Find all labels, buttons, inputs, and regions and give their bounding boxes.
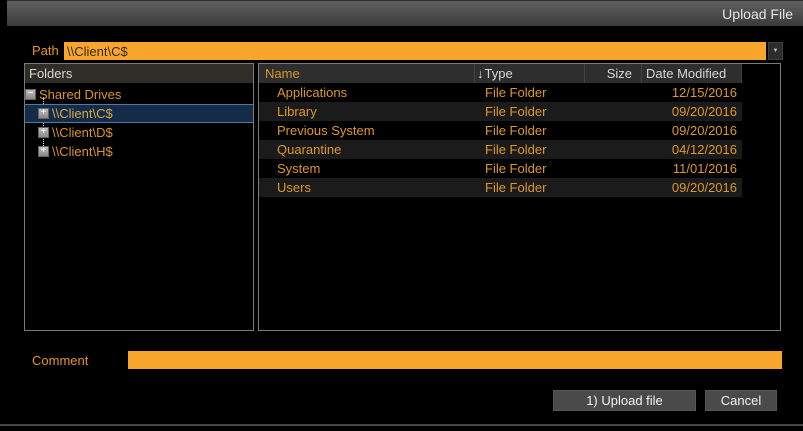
file-size [585, 159, 642, 178]
file-size [585, 102, 642, 121]
file-size [585, 121, 642, 140]
file-type: File Folder [475, 178, 585, 197]
tree-item-label: \\Client\D$ [52, 125, 113, 140]
upload-file-dialog: Upload File Path ▼ Folders − Shared Driv… [0, 0, 803, 431]
tree-item-label: \\Client\C$ [52, 106, 113, 121]
file-type: File Folder [475, 102, 585, 121]
upload-file-button[interactable]: 1) Upload file [553, 390, 696, 411]
file-date-modified: 09/20/2016 [642, 178, 742, 197]
file-type: File Folder [475, 121, 585, 140]
window-title: Upload File [722, 6, 793, 22]
file-row-library[interactable]: Library File Folder 09/20/2016 [259, 102, 742, 121]
file-row-users[interactable]: Users File Folder 09/20/2016 [259, 178, 742, 197]
sort-descending-icon: ↓ [477, 66, 484, 81]
file-name: Library [259, 102, 475, 121]
file-date-modified: 12/15/2016 [642, 83, 742, 102]
file-type: File Folder [475, 83, 585, 102]
expand-plus-icon[interactable]: + [38, 108, 49, 119]
tree-item-shared-drives[interactable]: − Shared Drives [25, 85, 253, 104]
file-name: Previous System [259, 121, 475, 140]
column-header-size[interactable]: Size [585, 64, 642, 83]
folder-tree: − Shared Drives + \\Client\C$ + \\Client… [25, 83, 253, 161]
tree-item-client-d[interactable]: + \\Client\D$ [25, 123, 253, 142]
expand-plus-icon[interactable]: + [38, 146, 49, 157]
comment-input[interactable] [128, 351, 782, 369]
file-row-applications[interactable]: Applications File Folder 12/15/2016 [259, 83, 742, 102]
column-header-type[interactable]: ↓Type [475, 64, 585, 83]
title-bar: Upload File [7, 0, 803, 26]
file-type: File Folder [475, 140, 585, 159]
file-size [585, 178, 642, 197]
tree-item-label: Shared Drives [39, 87, 121, 102]
file-list-panel: Name ↓Type Size Date Modified Applicatio… [258, 63, 781, 331]
folders-panel-header: Folders [25, 64, 253, 83]
path-dropdown-button[interactable]: ▼ [768, 42, 783, 60]
file-name: Users [259, 178, 475, 197]
column-header-type-label: Type [485, 66, 513, 81]
file-date-modified: 11/01/2016 [642, 159, 742, 178]
file-name: System [259, 159, 475, 178]
cancel-button[interactable]: Cancel [705, 390, 777, 411]
path-label: Path [32, 43, 59, 58]
file-row-quarantine[interactable]: Quarantine File Folder 04/12/2016 [259, 140, 742, 159]
file-list-body: Applications File Folder 12/15/2016 Libr… [259, 83, 780, 197]
file-name: Quarantine [259, 140, 475, 159]
path-input[interactable] [64, 42, 766, 60]
file-date-modified: 09/20/2016 [642, 102, 742, 121]
file-row-system[interactable]: System File Folder 11/01/2016 [259, 159, 742, 178]
collapse-minus-icon[interactable]: − [25, 89, 36, 100]
tree-item-label: \\Client\H$ [52, 144, 113, 159]
dialog-bottom-edge [0, 424, 803, 426]
comment-label: Comment [32, 353, 88, 368]
chevron-down-icon: ▼ [773, 48, 779, 54]
file-list-header: Name ↓Type Size Date Modified [259, 64, 742, 83]
column-header-name[interactable]: Name [259, 64, 475, 83]
column-header-date-modified[interactable]: Date Modified [642, 64, 742, 83]
folders-panel: Folders − Shared Drives + \\Client\C$ + … [24, 63, 254, 331]
file-date-modified: 04/12/2016 [642, 140, 742, 159]
file-name: Applications [259, 83, 475, 102]
file-size [585, 83, 642, 102]
file-row-previous-system[interactable]: Previous System File Folder 09/20/2016 [259, 121, 742, 140]
expand-plus-icon[interactable]: + [38, 127, 49, 138]
file-date-modified: 09/20/2016 [642, 121, 742, 140]
file-size [585, 140, 642, 159]
file-type: File Folder [475, 159, 585, 178]
tree-item-client-h[interactable]: + \\Client\H$ [25, 142, 253, 161]
tree-item-client-c[interactable]: + \\Client\C$ [25, 104, 253, 123]
